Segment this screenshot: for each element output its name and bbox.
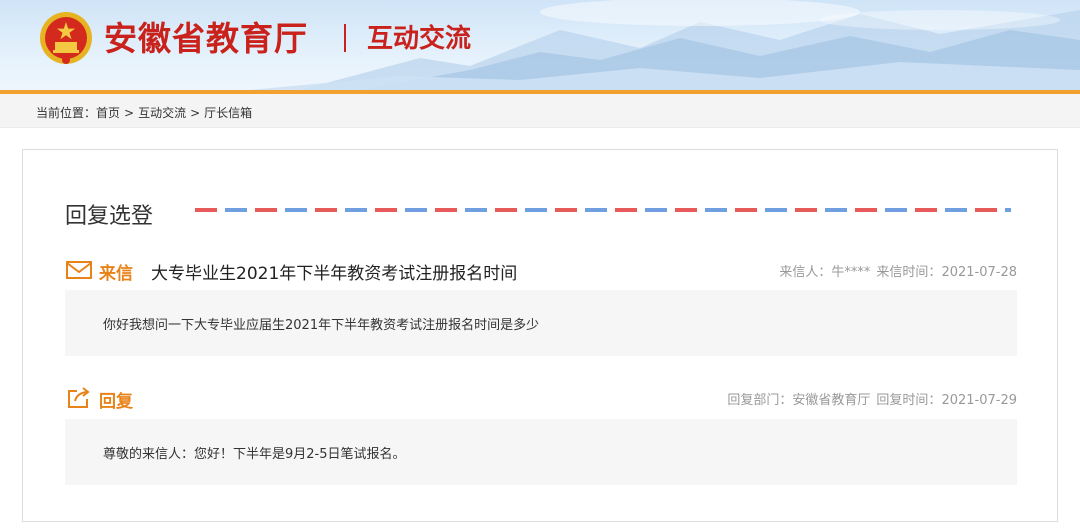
reply-header: 回复 回复部门：安徽省教育厅 回复时间：2021-07-29 xyxy=(65,386,1017,412)
reply-meta: 回复部门：安徽省教育厅 回复时间：2021-07-29 xyxy=(727,389,1017,408)
reply-tag: 回复 xyxy=(99,392,133,412)
reply-dept: 安徽省教育厅 xyxy=(792,393,871,408)
letter-time: 2021-07-28 xyxy=(941,265,1017,280)
letter-header: 来信 大专毕业生2021年下半年教资考试注册报名时间 来信人：牛**** 来信时间… xyxy=(65,258,1017,284)
letter-content: 你好我想问一下大专毕业应届生2021年下半年教资考试注册报名时间是多少 xyxy=(103,318,540,333)
letter-subject: 大专毕业生2021年下半年教资考试注册报名时间 xyxy=(151,264,518,284)
national-emblem-icon xyxy=(38,10,94,66)
breadcrumb-prefix: 当前位置： xyxy=(36,106,97,120)
reply-panel: 回复选登 来信 大专毕业生2021年下半年教资考试注册报名时间 来信人：牛***… xyxy=(22,149,1058,522)
letter-meta: 来信人：牛**** 来信时间：2021-07-28 xyxy=(779,261,1017,280)
sender-label: 来信人： xyxy=(779,265,832,280)
letter-time-label: 来信时间： xyxy=(876,265,942,280)
breadcrumb-separator: > xyxy=(190,106,201,120)
envelope-icon xyxy=(65,258,93,282)
sender-name: 牛**** xyxy=(831,265,871,280)
title-separator xyxy=(344,24,346,52)
breadcrumb-separator: > xyxy=(124,106,135,120)
reply-content: 尊敬的来信人：您好！下半年是9月2-5日笔试报名。 xyxy=(103,447,406,462)
breadcrumb: 当前位置：首页 > 互动交流 > 厅长信箱 xyxy=(36,104,252,121)
breadcrumb-mailbox[interactable]: 厅长信箱 xyxy=(204,106,252,120)
reply-time: 2021-07-29 xyxy=(941,393,1017,408)
site-title[interactable]: 安徽省教育厅 xyxy=(104,17,308,61)
breadcrumb-bar: 当前位置：首页 > 互动交流 > 厅长信箱 xyxy=(0,94,1080,128)
section-title[interactable]: 互动交流 xyxy=(367,22,471,56)
panel-heading: 回复选登 xyxy=(65,204,154,229)
breadcrumb-interaction[interactable]: 互动交流 xyxy=(138,106,186,120)
reply-time-label: 回复时间： xyxy=(876,393,942,408)
reply-share-icon xyxy=(65,386,93,410)
letter-tag: 来信 xyxy=(99,264,133,284)
reply-body: 尊敬的来信人：您好！下半年是9月2-5日笔试报名。 xyxy=(65,419,1017,485)
airmail-divider xyxy=(195,208,1011,212)
site-header: 安徽省教育厅 互动交流 xyxy=(0,0,1080,90)
reply-dept-label: 回复部门： xyxy=(727,393,793,408)
letter-body: 你好我想问一下大专毕业应届生2021年下半年教资考试注册报名时间是多少 xyxy=(65,290,1017,356)
breadcrumb-home[interactable]: 首页 xyxy=(96,106,120,120)
